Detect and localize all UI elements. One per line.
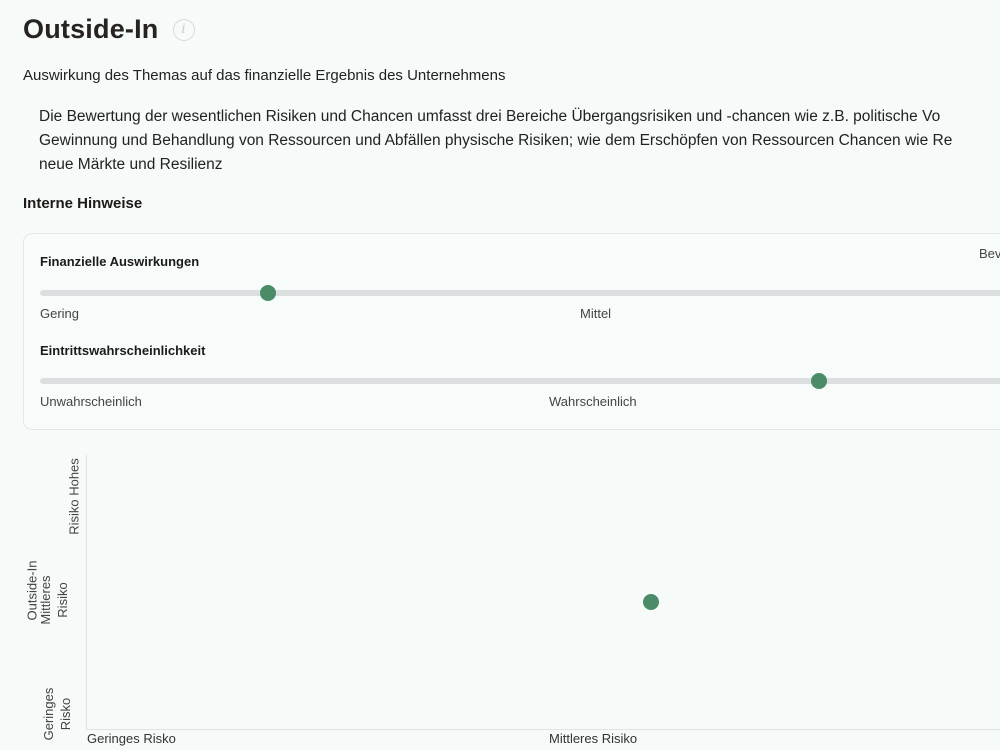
page-subtitle: Auswirkung des Themas auf das finanziell…	[23, 67, 506, 84]
page-title: Outside-In	[23, 14, 159, 44]
y-tick-mid-line: Risiko	[55, 582, 70, 618]
x-tick-mid: Mittleres Risiko	[549, 731, 638, 746]
description-text: Die Bewertung der wesentlichen Risiken u…	[39, 105, 1000, 177]
assessment-card: Bev Finanzielle Auswirkungen Gering Mitt…	[23, 233, 1000, 430]
page-header: Outside-In i	[23, 14, 195, 45]
risk-matrix: Outside-In Risiko Hohes Mittleres Risiko…	[0, 445, 1000, 750]
internal-notes-heading: Interne Hinweise	[23, 195, 143, 212]
probability-label: Eintrittswahrscheinlichkeit	[40, 343, 206, 358]
financial-tick-low: Gering	[40, 306, 80, 321]
x-tick-low: Geringes Risko	[87, 731, 176, 746]
financial-impact-label: Finanzielle Auswirkungen	[40, 254, 200, 269]
x-axis-line	[86, 729, 1000, 730]
description-line: Gewinnung und Behandlung von Ressourcen …	[39, 132, 953, 149]
y-tick-low: Geringes Risko	[40, 684, 74, 744]
financial-impact-slider[interactable]	[40, 285, 1000, 301]
financial-tick-mid: Mittel	[580, 306, 612, 321]
y-tick-mid: Mittleres Risiko	[37, 567, 71, 633]
y-tick-low-line: Geringes	[41, 687, 56, 741]
y-tick-high: Risiko Hohes	[66, 458, 82, 535]
financial-impact-slider-thumb[interactable]	[259, 285, 276, 301]
y-tick-low-line: Risko	[58, 697, 73, 731]
y-tick-mid-line: Mittleres	[38, 575, 53, 625]
description-line: Die Bewertung der wesentlichen Risiken u…	[39, 108, 941, 125]
probability-slider-thumb[interactable]	[811, 373, 828, 389]
matrix-data-point[interactable]	[642, 594, 659, 611]
probability-tick-low: Unwahrscheinlich	[40, 394, 142, 409]
card-corner-label: Bev	[979, 246, 1000, 261]
info-icon[interactable]: i	[172, 18, 195, 41]
probability-tick-mid: Wahrscheinlich	[549, 394, 637, 409]
probability-slider[interactable]	[40, 373, 1000, 389]
description-line: neue Märkte und Resilienz	[39, 156, 223, 173]
y-axis-line	[86, 455, 87, 730]
